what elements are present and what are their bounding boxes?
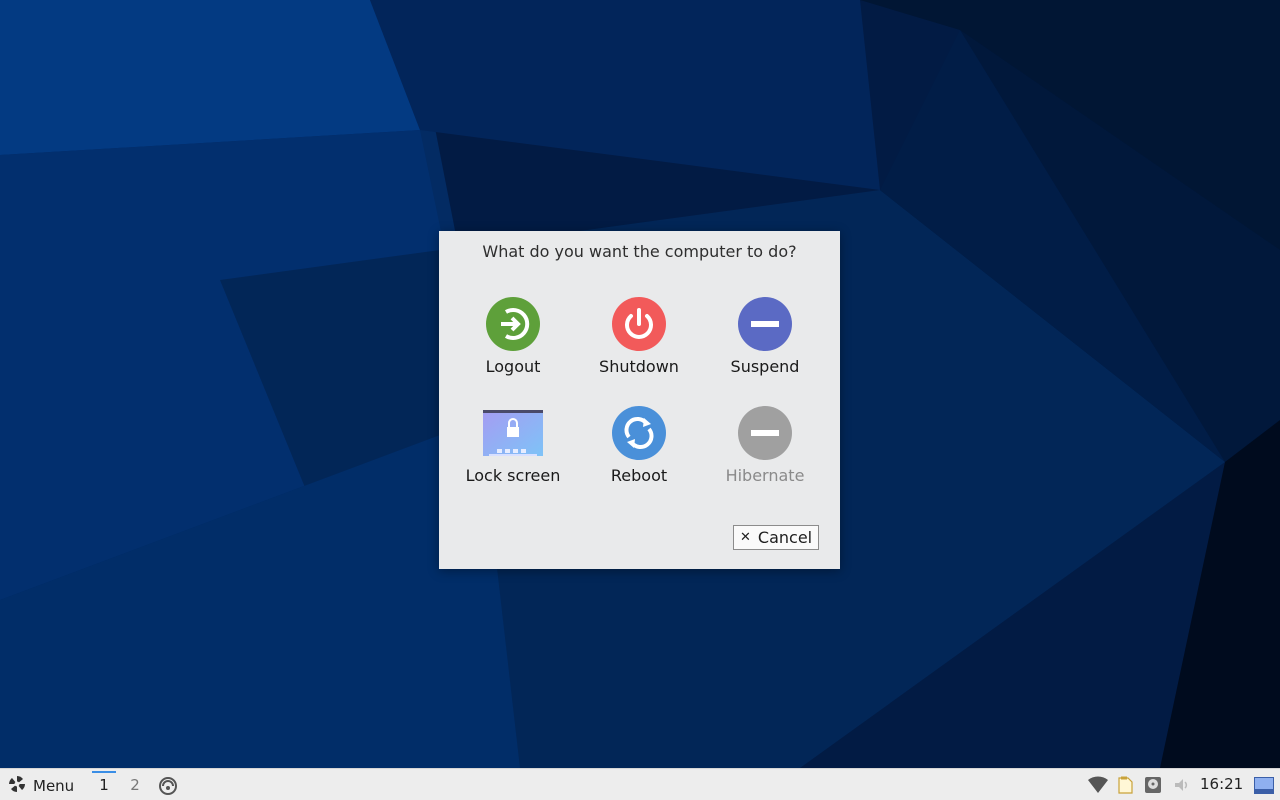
close-icon: ✕ — [740, 530, 751, 545]
show-desktop-icon[interactable] — [158, 776, 178, 796]
shutdown-button[interactable]: Shutdown — [584, 297, 694, 387]
shutdown-label: Shutdown — [599, 357, 679, 376]
logout-icon — [486, 297, 540, 351]
menu-button[interactable]: Menu — [7, 775, 74, 797]
menu-label: Menu — [33, 777, 75, 795]
logout-dialog: What do you want the computer to do? Log… — [439, 231, 840, 569]
wifi-icon[interactable] — [1088, 776, 1108, 794]
hibernate-icon — [738, 406, 792, 460]
menu-icon — [7, 774, 27, 798]
lock-screen-button[interactable]: Lock screen — [458, 406, 568, 496]
volume-icon[interactable] — [1173, 776, 1191, 794]
logout-button[interactable]: Logout — [458, 297, 568, 387]
hibernate-label: Hibernate — [725, 466, 805, 485]
suspend-button[interactable]: Suspend — [710, 297, 820, 387]
reboot-label: Reboot — [610, 466, 668, 485]
lock-screen-label: Lock screen — [465, 466, 561, 485]
suspend-icon — [738, 297, 792, 351]
clock[interactable]: 16:21 — [1200, 775, 1243, 793]
clipboard-icon[interactable] — [1116, 776, 1134, 794]
hibernate-button: Hibernate — [710, 406, 820, 496]
reboot-icon — [612, 406, 666, 460]
suspend-label: Suspend — [730, 357, 800, 376]
power-icon — [612, 297, 666, 351]
lock-screen-icon — [483, 410, 543, 456]
workspace-1[interactable]: 1 — [92, 771, 116, 794]
workspace-2[interactable]: 2 — [124, 776, 146, 794]
reboot-button[interactable]: Reboot — [584, 406, 694, 496]
desktop-icon[interactable] — [1254, 777, 1274, 795]
cancel-button[interactable]: ✕ Cancel — [733, 525, 819, 550]
disk-icon[interactable] — [1144, 776, 1162, 794]
taskbar: Menu 1 2 16:21 — [0, 768, 1280, 800]
cancel-label: Cancel — [757, 528, 813, 547]
logout-label: Logout — [485, 357, 541, 376]
dialog-title: What do you want the computer to do? — [482, 242, 797, 261]
